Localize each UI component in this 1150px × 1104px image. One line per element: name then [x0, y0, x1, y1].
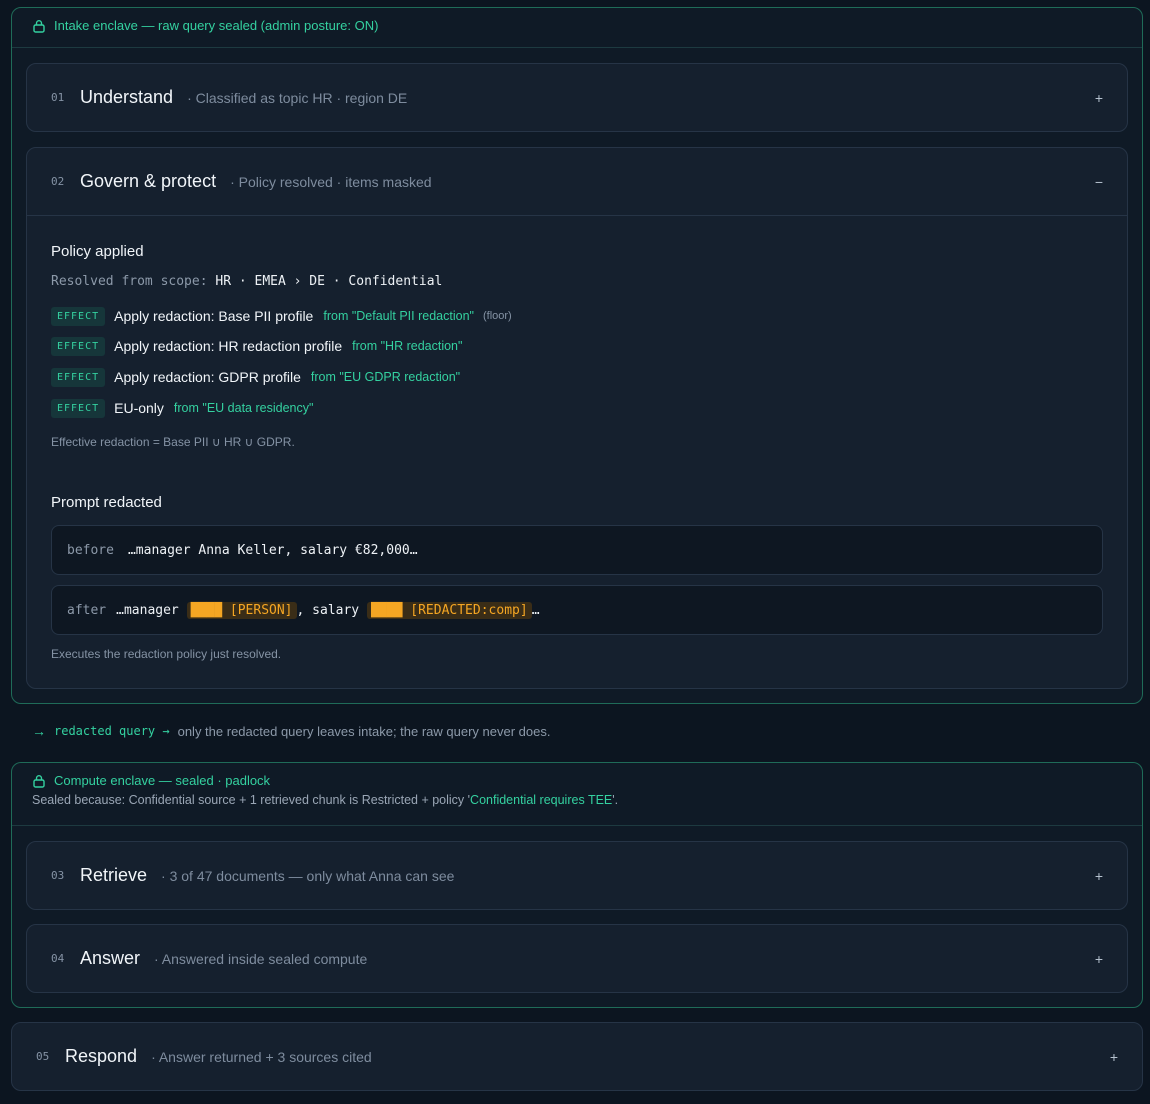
step-respond-header[interactable]: 05 Respond · Answer returned + 3 sources…	[12, 1023, 1142, 1090]
step-number: 04	[51, 952, 65, 965]
effect-source[interactable]: from "EU data residency"	[174, 401, 313, 415]
expand-icon[interactable]: +	[1095, 951, 1103, 967]
effect-row: EFFECT Apply redaction: GDPR profile fro…	[51, 366, 469, 388]
intake-enclave: Intake enclave — raw query sealed (admin…	[11, 7, 1143, 704]
effect-row: EFFECT Apply redaction: Base PII profile…	[51, 305, 512, 327]
step-answer[interactable]: 04 Answer · Answered inside sealed compu…	[26, 924, 1128, 993]
step-retrieve[interactable]: 03 Retrieve · 3 of 47 documents — only w…	[26, 841, 1128, 910]
scope-value: HR · EMEA › DE · Confidential	[215, 274, 443, 289]
effect-badge: EFFECT	[51, 336, 106, 356]
divider	[12, 47, 1142, 48]
arrow-right-icon: →	[32, 723, 46, 739]
step-summary: · Answer returned + 3 sources cited	[151, 1048, 372, 1065]
flow-indicator: → redacted query → only the redacted que…	[32, 723, 550, 739]
redacted-person-token: ████ [PERSON]	[186, 601, 297, 619]
step-answer-header[interactable]: 04 Answer · Answered inside sealed compu…	[27, 925, 1127, 992]
step-number: 02	[51, 175, 65, 188]
compute-enclave-header: Compute enclave — sealed · padlock	[12, 763, 1142, 788]
effect-source[interactable]: from "HR redaction"	[352, 339, 462, 353]
policy-scope: Resolved from scope: HR · EMEA › DE · Co…	[51, 274, 442, 289]
redaction-exec-note: Executes the redaction policy just resol…	[51, 647, 282, 661]
expand-icon[interactable]: +	[1095, 868, 1103, 884]
prompt-before: before …manager Anna Keller, salary €82,…	[51, 525, 1103, 575]
step-summary: · Answered inside sealed compute	[154, 950, 368, 967]
step-number: 03	[51, 869, 65, 882]
after-middle: , salary	[296, 602, 360, 618]
after-suffix: …	[531, 602, 540, 618]
step-understand-header[interactable]: 01 Understand · Classified as topic HR ·…	[27, 64, 1127, 131]
effect-text: Apply redaction: HR redaction profile	[114, 338, 343, 354]
redacted-comp-token: ████ [REDACTED:comp]	[367, 601, 532, 619]
sealed-reason-suffix: '.	[612, 793, 619, 807]
effect-source[interactable]: from "EU GDPR redaction"	[311, 370, 460, 384]
effective-redaction-note: Effective redaction = Base PII ∪ HR ∪ GD…	[51, 435, 295, 449]
compute-enclave-title: Compute enclave — sealed · padlock	[54, 773, 271, 788]
policy-applied-title: Policy applied	[51, 243, 144, 260]
scope-label: Resolved from scope:	[51, 274, 208, 289]
effect-source[interactable]: from "Default PII redaction"	[323, 309, 474, 323]
step-title: Retrieve	[80, 865, 148, 885]
effect-text: Apply redaction: GDPR profile	[114, 369, 301, 385]
before-text: …manager Anna Keller, salary €82,000…	[127, 542, 418, 558]
prompt-redacted-title: Prompt redacted	[51, 494, 162, 511]
divider	[12, 825, 1142, 826]
padlock-icon	[33, 774, 45, 788]
step-title: Respond	[65, 1046, 138, 1066]
sealed-reason: Sealed because: Confidential source + 1 …	[12, 788, 1142, 807]
sealed-reason-prefix: Sealed because: Confidential source + 1 …	[32, 793, 471, 807]
step-govern-protect: 02 Govern & protect · Policy resolved · …	[26, 147, 1128, 689]
expand-icon[interactable]: +	[1110, 1049, 1118, 1065]
collapse-icon[interactable]: −	[1095, 174, 1103, 190]
divider	[27, 215, 1127, 216]
intake-enclave-title: Intake enclave — raw query sealed (admin…	[54, 18, 379, 33]
effect-text: Apply redaction: Base PII profile	[114, 308, 314, 324]
step-title: Govern & protect	[80, 171, 217, 191]
effect-floor-tag: (floor)	[482, 310, 512, 322]
flow-text: only the redacted query leaves intake; t…	[177, 723, 551, 739]
step-summary: · 3 of 47 documents — only what Anna can…	[161, 867, 455, 884]
effect-text: EU-only	[114, 400, 164, 416]
before-label: before	[67, 542, 114, 558]
effect-badge: EFFECT	[51, 367, 106, 387]
effect-badge: EFFECT	[51, 306, 106, 326]
compute-enclave: Compute enclave — sealed · padlock Seale…	[11, 762, 1143, 1008]
effect-badge: EFFECT	[51, 398, 106, 418]
step-summary: · Policy resolved · items masked	[230, 173, 432, 190]
step-title: Understand	[80, 87, 174, 107]
prompt-after: after …manager ████ [PERSON] , salary ██…	[51, 585, 1103, 635]
step-title: Answer	[80, 948, 141, 968]
step-respond[interactable]: 05 Respond · Answer returned + 3 sources…	[11, 1022, 1143, 1091]
step-govern-header[interactable]: 02 Govern & protect · Policy resolved · …	[27, 148, 1127, 215]
step-number: 01	[51, 91, 65, 104]
after-prefix: …manager	[116, 602, 179, 618]
flow-key: redacted query →	[54, 724, 170, 738]
expand-icon[interactable]: +	[1095, 90, 1103, 106]
after-label: after	[67, 602, 107, 618]
sealed-policy-link[interactable]: Confidential requires TEE	[470, 793, 612, 807]
step-number: 05	[36, 1050, 50, 1063]
step-summary: · Classified as topic HR · region DE	[187, 89, 408, 106]
step-retrieve-header[interactable]: 03 Retrieve · 3 of 47 documents — only w…	[27, 842, 1127, 909]
effect-row: EFFECT EU-only from "EU data residency"	[51, 397, 322, 419]
effect-row: EFFECT Apply redaction: HR redaction pro…	[51, 335, 471, 357]
intake-enclave-header: Intake enclave — raw query sealed (admin…	[12, 8, 1142, 33]
step-understand[interactable]: 01 Understand · Classified as topic HR ·…	[26, 63, 1128, 132]
lock-icon	[33, 19, 45, 33]
